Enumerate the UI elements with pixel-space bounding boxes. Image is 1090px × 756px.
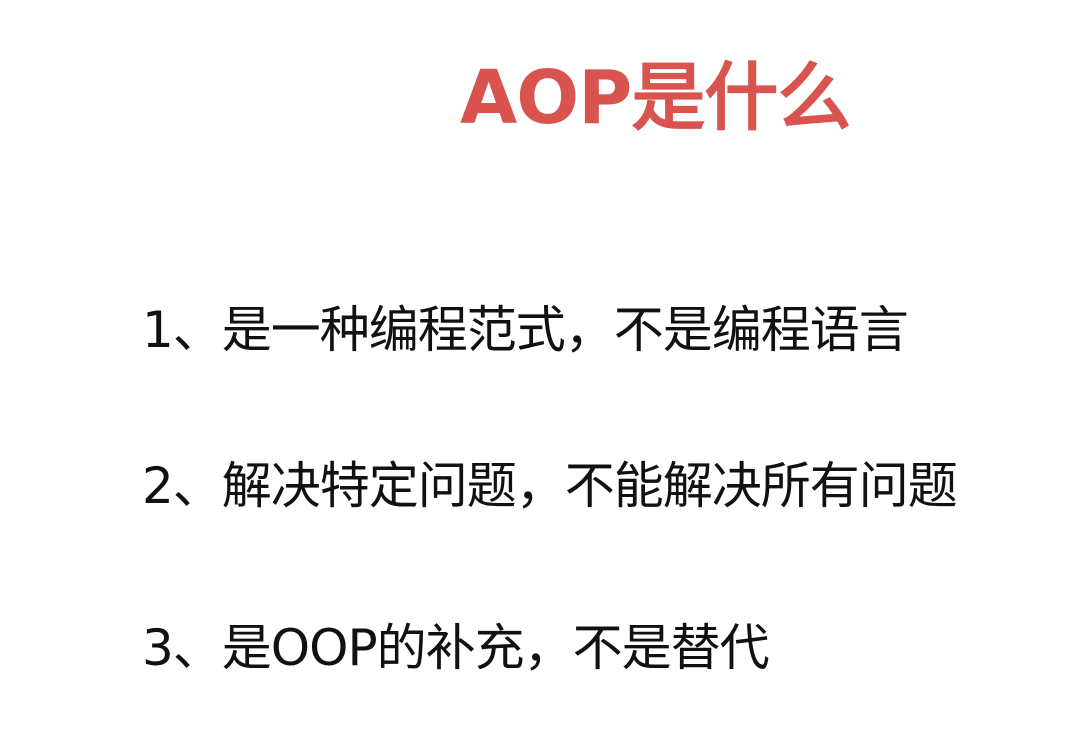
slide: AOP是什么 1、是一种编程范式，不是编程语言 2、解决特定问题，不能解决所有问… (0, 0, 1090, 756)
point-2: 2、解决特定问题，不能解决所有问题 (142, 457, 958, 515)
point-1: 1、是一种编程范式，不是编程语言 (142, 301, 909, 359)
slide-title: AOP是什么 (460, 55, 851, 141)
point-3: 3、是OOP的补充，不是替代 (142, 619, 770, 677)
